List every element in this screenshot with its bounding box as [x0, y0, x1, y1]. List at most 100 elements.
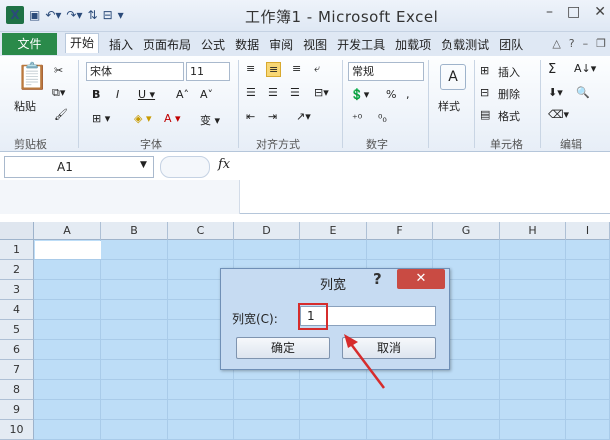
grow-font-icon[interactable]: A˄ — [176, 88, 189, 101]
bold-icon[interactable]: B — [92, 88, 100, 101]
tab-1[interactable]: 插入 — [109, 36, 133, 53]
row-header-3[interactable]: 3 — [0, 280, 34, 300]
name-box-dropdown-icon[interactable]: ▼ — [140, 160, 147, 170]
orientation-icon[interactable]: ↗▾ — [296, 110, 311, 123]
autosum-icon[interactable]: Σ — [548, 62, 556, 77]
column-header-G[interactable]: G — [433, 222, 500, 240]
column-header-C[interactable]: C — [168, 222, 234, 240]
customize-icon[interactable]: ▾ — [118, 8, 124, 22]
dialog-close-button[interactable]: ✕ — [397, 269, 445, 289]
undo-icon[interactable]: ↶▾ — [45, 8, 61, 22]
align-left-icon[interactable]: ☰ — [246, 86, 256, 99]
copy-icon[interactable]: ⧉▾ — [52, 86, 65, 100]
tab-8[interactable]: 加载项 — [395, 36, 431, 53]
font-name-combo[interactable]: 宋体 — [86, 62, 184, 81]
align-right-icon[interactable]: ☰ — [290, 86, 300, 99]
format-painter-icon[interactable]: 🖌 — [54, 108, 68, 121]
italic-icon[interactable]: I — [116, 88, 119, 101]
column-header-A[interactable]: A — [34, 222, 101, 240]
maximize-icon[interactable]: □ — [567, 4, 580, 20]
sort-icon[interactable]: ⇅ — [88, 8, 98, 22]
underline-icon[interactable]: U ▾ — [138, 88, 155, 101]
delete-cells-button[interactable]: 删除 — [498, 86, 520, 102]
row-header-1[interactable]: 1 — [0, 240, 34, 260]
paste-icon[interactable]: 📋 — [16, 62, 48, 92]
font-color-icon[interactable]: A ▾ — [164, 112, 181, 125]
tab-4[interactable]: 数据 — [235, 36, 259, 53]
number-format-combo[interactable]: 常规 — [348, 62, 424, 81]
decrease-indent-icon[interactable]: ⇤ — [246, 110, 255, 123]
column-header-F[interactable]: F — [367, 222, 433, 240]
column-header-B[interactable]: B — [101, 222, 168, 240]
column-header-I[interactable]: I — [566, 222, 610, 240]
column-header-H[interactable]: H — [500, 222, 566, 240]
cut-icon[interactable]: ✂ — [54, 64, 63, 77]
wrap-text-icon[interactable]: ⤶ — [314, 62, 320, 76]
row-header-6[interactable]: 6 — [0, 340, 34, 360]
row-header-7[interactable]: 7 — [0, 360, 34, 380]
row-header-9[interactable]: 9 — [0, 400, 34, 420]
restore-workbook-icon[interactable]: ❐ — [596, 37, 606, 50]
borders-icon[interactable]: ⊞ ▾ — [92, 112, 110, 125]
row-header-8[interactable]: 8 — [0, 380, 34, 400]
find-select-icon[interactable]: 🔍 — [576, 86, 590, 99]
close-window-icon[interactable]: ✕ — [594, 4, 606, 20]
align-middle-icon[interactable]: ≡ — [266, 62, 282, 77]
row-header-5[interactable]: 5 — [0, 320, 34, 340]
row-header-10[interactable]: 10 — [0, 420, 34, 440]
save-icon[interactable]: ▣ — [29, 8, 40, 22]
cell-a1[interactable] — [35, 241, 101, 259]
shrink-font-icon[interactable]: A˅ — [200, 88, 213, 101]
clear-icon[interactable]: ⌫▾ — [548, 108, 569, 121]
fill-color-icon[interactable]: ◈ ▾ — [134, 112, 151, 125]
sort-filter-icon[interactable]: A↓▾ — [574, 62, 596, 75]
currency-icon[interactable]: 💲▾ — [350, 88, 369, 101]
merge-icon[interactable]: ⊟▾ — [314, 86, 329, 99]
dialog-help-icon[interactable]: ? — [373, 270, 382, 288]
percent-icon[interactable]: % — [386, 88, 396, 101]
styles-button[interactable]: 样式 — [438, 98, 460, 114]
insert-cells-button[interactable]: 插入 — [498, 64, 520, 80]
filter-icon[interactable]: ⊟ — [103, 8, 113, 22]
minimize-workbook-icon[interactable]: – — [583, 37, 589, 50]
font-size-combo[interactable]: 11 — [186, 62, 230, 81]
redo-icon[interactable]: ↷▾ — [66, 8, 82, 22]
column-header-E[interactable]: E — [300, 222, 367, 240]
styles-icon[interactable]: A — [440, 64, 466, 90]
help-icon[interactable]: ? — [569, 37, 575, 50]
increase-decimal-icon[interactable]: ⁺⁰ — [352, 112, 362, 125]
formula-expand-handle[interactable] — [160, 156, 210, 178]
tab-10[interactable]: 团队 — [499, 36, 523, 53]
tab-file[interactable]: 文件 — [2, 33, 57, 55]
phonetic-icon[interactable]: 变 ▾ — [200, 112, 220, 128]
tab-7[interactable]: 开发工具 — [337, 36, 385, 53]
tab-2[interactable]: 页面布局 — [143, 36, 191, 53]
tab-5[interactable]: 审阅 — [269, 36, 293, 53]
insert-cells-icon[interactable]: ⊞ — [480, 64, 489, 77]
format-cells-button[interactable]: 格式 — [498, 108, 520, 124]
select-all-button[interactable] — [0, 222, 34, 240]
minimize-icon[interactable]: – — [546, 4, 553, 20]
ok-button[interactable]: 确定 — [236, 337, 330, 359]
align-top-icon[interactable]: ≡ — [246, 62, 255, 75]
tab-9[interactable]: 负载测试 — [441, 36, 489, 53]
tab-0[interactable]: 开始 — [65, 33, 100, 53]
align-bottom-icon[interactable]: ≡ — [292, 62, 301, 75]
name-box[interactable]: A1 — [4, 156, 154, 178]
comma-icon[interactable]: , — [406, 88, 410, 101]
tab-6[interactable]: 视图 — [303, 36, 327, 53]
decrease-decimal-icon[interactable]: ⁰₀ — [378, 112, 387, 125]
delete-cells-icon[interactable]: ⊟ — [480, 86, 489, 99]
collapse-ribbon-icon[interactable]: △ — [552, 37, 560, 50]
align-center-icon[interactable]: ☰ — [268, 86, 278, 99]
format-cells-icon[interactable]: ▤ — [480, 108, 490, 121]
insert-function-icon[interactable]: fx — [218, 157, 230, 172]
tab-3[interactable]: 公式 — [201, 36, 225, 53]
paste-button[interactable]: 粘贴 — [14, 98, 36, 114]
fill-icon[interactable]: ⬇▾ — [548, 86, 563, 99]
increase-indent-icon[interactable]: ⇥ — [268, 110, 277, 123]
row-header-2[interactable]: 2 — [0, 260, 34, 280]
row-header-4[interactable]: 4 — [0, 300, 34, 320]
column-header-D[interactable]: D — [234, 222, 300, 240]
formula-input[interactable] — [240, 153, 610, 213]
